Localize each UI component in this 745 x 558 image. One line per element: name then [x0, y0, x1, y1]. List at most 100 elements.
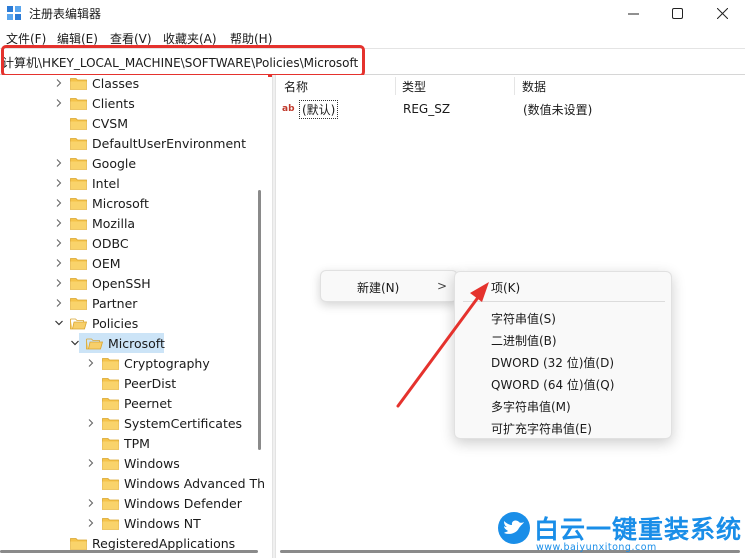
tree-item-label: DefaultUserEnvironment [92, 135, 246, 151]
tree-item[interactable]: OEM [54, 253, 121, 273]
chevron-right-icon[interactable] [54, 218, 64, 228]
folder-icon [70, 277, 87, 290]
chevron-right-icon[interactable] [54, 158, 64, 168]
folder-icon [102, 457, 119, 470]
tree-item[interactable]: Google [54, 153, 136, 173]
tree-item-label: Clients [92, 95, 135, 111]
folder-icon [102, 417, 119, 430]
folder-icon [70, 137, 87, 150]
watermark: 白云一键重装系统 www.baiyunxitong.com [498, 510, 741, 554]
tree-item[interactable]: Windows Advanced Th [86, 473, 265, 493]
tree-item[interactable]: OpenSSH [54, 273, 151, 293]
submenu-item-string[interactable]: 字符串值(S) [491, 310, 556, 327]
tree-item[interactable]: CVSM [54, 113, 128, 133]
chevron-right-icon[interactable] [54, 98, 64, 108]
chevron-right-icon[interactable] [54, 298, 64, 308]
column-header-data[interactable]: 数据 [522, 75, 546, 97]
tree-item[interactable]: TPM [86, 433, 150, 453]
tree-item-label: PeerDist [124, 375, 177, 391]
column-separator[interactable] [514, 77, 515, 95]
tree-item[interactable]: Windows NT [86, 513, 201, 533]
tree-item[interactable]: Partner [54, 293, 137, 313]
chevron-right-icon[interactable] [54, 178, 64, 188]
tree-item[interactable]: SystemCertificates [86, 413, 242, 433]
close-icon [716, 7, 728, 19]
column-header-name[interactable]: 名称 [284, 75, 308, 97]
tree-pane[interactable]: Classes Clients CVSM DefaultUserEnvironment… [0, 75, 268, 558]
close-button[interactable] [699, 0, 745, 26]
submenu-item-binary[interactable]: 二进制值(B) [491, 332, 557, 349]
submenu-item-multistring[interactable]: 多字符串值(M) [491, 398, 571, 415]
value-type: REG_SZ [403, 102, 451, 116]
folder-icon [102, 357, 119, 370]
chevron-down-icon[interactable] [54, 318, 64, 328]
folder-icon [70, 157, 87, 170]
context-menu-new[interactable]: 新建(N) [357, 279, 399, 296]
folder-icon [70, 317, 88, 330]
chevron-right-icon[interactable] [54, 78, 64, 88]
ab-string-icon: ab [282, 103, 295, 114]
folder-icon [102, 497, 119, 510]
tree-item[interactable]: Windows [86, 453, 180, 473]
tree-item[interactable]: Clients [54, 93, 135, 113]
submenu-item-qword[interactable]: QWORD (64 位)值(Q) [491, 376, 614, 393]
chevron-right-icon[interactable] [54, 278, 64, 288]
folder-icon [70, 177, 87, 190]
tree-item[interactable]: Policies [54, 313, 138, 333]
tree-item-label: Mozilla [92, 215, 136, 231]
tree-item[interactable]: Microsoft [54, 193, 149, 213]
bird-logo-icon [498, 512, 530, 544]
chevron-right-icon[interactable] [86, 498, 96, 508]
tree-item-label: Windows NT [124, 515, 201, 531]
tree-item-label: Microsoft [92, 195, 149, 211]
column-separator[interactable] [395, 77, 396, 95]
tree-item-label: Microsoft [108, 335, 165, 351]
tree-item[interactable]: Microsoft [70, 333, 165, 353]
tree-item[interactable]: Peernet [86, 393, 172, 413]
tree-item[interactable]: PeerDist [86, 373, 176, 393]
column-header-type[interactable]: 类型 [402, 75, 426, 97]
tree-item-label: Classes [92, 75, 140, 91]
submenu-item-key[interactable]: 项(K) [491, 279, 520, 296]
maximize-button[interactable] [654, 0, 700, 26]
folder-icon [70, 297, 87, 310]
tree-item-label: Windows [124, 455, 180, 471]
chevron-right-icon[interactable] [54, 198, 64, 208]
chevron-right-icon[interactable] [54, 238, 64, 248]
tree-item[interactable]: Cryptography [86, 353, 210, 373]
chevron-right-icon[interactable] [86, 458, 96, 468]
tree-item[interactable]: Mozilla [54, 213, 135, 233]
chevron-right-icon: > [437, 279, 448, 293]
chevron-right-icon[interactable] [54, 258, 64, 268]
tree-item-label: Google [92, 155, 137, 171]
submenu-separator [463, 301, 665, 302]
tree-item-label: Windows Defender [124, 495, 242, 511]
tree-item-label: Intel [92, 175, 120, 191]
folder-icon [70, 77, 87, 90]
folder-icon [102, 477, 119, 490]
submenu-item-dword[interactable]: DWORD (32 位)值(D) [491, 354, 614, 371]
tree-item[interactable]: Intel [54, 173, 120, 193]
folder-icon [86, 337, 104, 350]
chevron-right-icon[interactable] [86, 418, 96, 428]
tree-item[interactable]: ODBC [54, 233, 129, 253]
tree-item[interactable]: DefaultUserEnvironment [54, 133, 246, 153]
folder-icon [70, 217, 87, 230]
chevron-right-icon[interactable] [86, 358, 96, 368]
tree-vertical-scrollbar[interactable] [258, 190, 261, 450]
tree-horizontal-scrollbar[interactable] [0, 550, 258, 553]
tree-item-label: Partner [92, 295, 138, 311]
tree-item[interactable]: Classes [54, 75, 139, 93]
chevron-down-icon[interactable] [70, 338, 80, 348]
value-row-default[interactable]: ab (默认) [282, 99, 339, 119]
chevron-right-icon[interactable] [86, 518, 96, 528]
tree-item[interactable]: Windows Defender [86, 493, 242, 513]
folder-icon [102, 517, 119, 530]
minimize-button[interactable] [610, 0, 656, 26]
submenu-item-expandable-string[interactable]: 可扩充字符串值(E) [491, 420, 592, 437]
tree-item-label: RegisteredApplications [92, 535, 236, 551]
tree-item-label: OpenSSH [92, 275, 151, 291]
